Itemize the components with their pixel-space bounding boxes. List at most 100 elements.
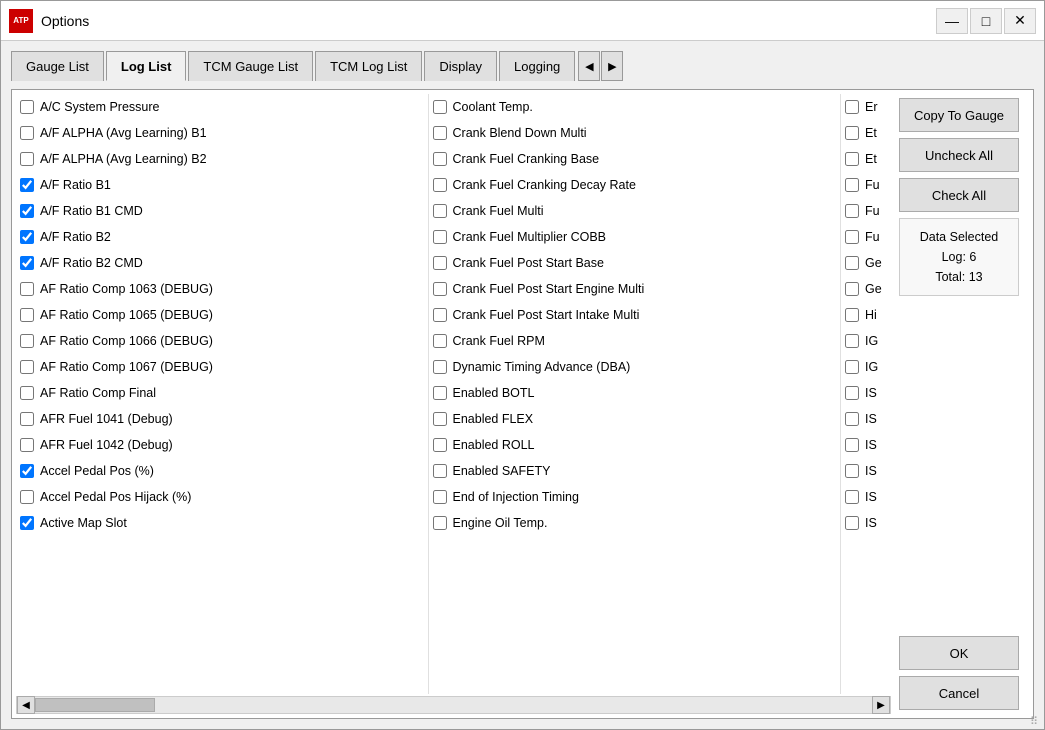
list-item[interactable]: AF Ratio Comp 1065 (DEBUG) — [16, 302, 428, 328]
list-item-label: AF Ratio Comp 1065 (DEBUG) — [40, 308, 213, 322]
list-item-label: Ge — [865, 256, 882, 270]
list-item-label: Engine Oil Temp. — [453, 516, 548, 530]
list-item[interactable]: Enabled FLEX — [429, 406, 841, 432]
list-item[interactable]: Fu — [841, 198, 891, 224]
list-item[interactable]: Dynamic Timing Advance (DBA) — [429, 354, 841, 380]
list-item[interactable]: A/F Ratio B1 — [16, 172, 428, 198]
list-item-label: Et — [865, 126, 877, 140]
list-item[interactable]: Engine Oil Temp. — [429, 510, 841, 536]
tab-log-list[interactable]: Log List — [106, 51, 187, 81]
list-item[interactable]: Enabled ROLL — [429, 432, 841, 458]
list-item[interactable]: Crank Fuel Multiplier COBB — [429, 224, 841, 250]
tab-tcm-gauge-list[interactable]: TCM Gauge List — [188, 51, 313, 81]
list-item[interactable]: Fu — [841, 172, 891, 198]
list-item[interactable]: Crank Fuel Multi — [429, 198, 841, 224]
list-item[interactable]: Crank Fuel Cranking Base — [429, 146, 841, 172]
list-item[interactable]: Fu — [841, 224, 891, 250]
list-item[interactable]: IS — [841, 432, 891, 458]
list-item[interactable]: IS — [841, 406, 891, 432]
list-item[interactable]: Ge — [841, 250, 891, 276]
uncheck-all-button[interactable]: Uncheck All — [899, 138, 1019, 172]
list-item[interactable]: IS — [841, 510, 891, 536]
list-item[interactable]: A/F ALPHA (Avg Learning) B1 — [16, 120, 428, 146]
list-item[interactable]: Crank Fuel Post Start Engine Multi — [429, 276, 841, 302]
close-button[interactable]: ✕ — [1004, 8, 1036, 34]
list-item[interactable]: Crank Fuel Post Start Base — [429, 250, 841, 276]
list-item[interactable]: A/F Ratio B2 CMD — [16, 250, 428, 276]
list-item[interactable]: Crank Fuel Cranking Decay Rate — [429, 172, 841, 198]
list-item[interactable]: A/C System Pressure — [16, 94, 428, 120]
list-item[interactable]: Enabled BOTL — [429, 380, 841, 406]
list-item-label: Crank Fuel Post Start Base — [453, 256, 604, 270]
list-item[interactable]: Et — [841, 120, 891, 146]
tab-nav-left[interactable]: ◀ — [578, 51, 600, 81]
scroll-left-button[interactable]: ◀ — [17, 696, 35, 714]
ok-button[interactable]: OK — [899, 636, 1019, 670]
horizontal-scrollbar: ◀ ▶ — [16, 696, 891, 714]
list-item[interactable]: Et — [841, 146, 891, 172]
list-item-label: A/F ALPHA (Avg Learning) B1 — [40, 126, 207, 140]
options-window: ATP Options — □ ✕ Gauge List Log List TC… — [0, 0, 1045, 730]
list-item[interactable]: Accel Pedal Pos Hijack (%) — [16, 484, 428, 510]
list-col-2: Coolant Temp.Crank Blend Down Multi Crank… — [429, 94, 842, 694]
list-item-label: A/F Ratio B2 — [40, 230, 111, 244]
total-count: Total: 13 — [908, 267, 1010, 287]
minimize-button[interactable]: — — [936, 8, 968, 34]
list-item[interactable]: AF Ratio Comp 1066 (DEBUG) — [16, 328, 428, 354]
list-item[interactable]: A/F Ratio B1 CMD — [16, 198, 428, 224]
list-item-label: Crank Fuel Post Start Engine Multi — [453, 282, 645, 296]
copy-to-gauge-button[interactable]: Copy To Gauge — [899, 98, 1019, 132]
list-item[interactable]: Coolant Temp. — [429, 94, 841, 120]
list-item-label: AF Ratio Comp 1066 (DEBUG) — [40, 334, 213, 348]
scroll-right-button[interactable]: ▶ — [872, 696, 890, 714]
list-item[interactable]: A/F ALPHA (Avg Learning) B2 — [16, 146, 428, 172]
list-item[interactable]: IS — [841, 380, 891, 406]
resize-handle[interactable]: ⠿ — [1030, 715, 1042, 727]
list-item-label: Crank Fuel Multi — [453, 204, 544, 218]
list-item[interactable]: Hi — [841, 302, 891, 328]
list-item[interactable]: Crank Blend Down Multi — [429, 120, 841, 146]
list-item[interactable]: AF Ratio Comp Final — [16, 380, 428, 406]
list-item-label: Fu — [865, 178, 880, 192]
list-item[interactable]: IS — [841, 458, 891, 484]
list-item-label: AF Ratio Comp 1067 (DEBUG) — [40, 360, 213, 374]
list-item[interactable]: AF Ratio Comp 1067 (DEBUG) — [16, 354, 428, 380]
list-item-label: Crank Fuel Cranking Base — [453, 152, 600, 166]
list-item[interactable]: Crank Fuel RPM — [429, 328, 841, 354]
scroll-thumb[interactable] — [35, 698, 155, 712]
data-selected-box: Data Selected Log: 6 Total: 13 — [899, 218, 1019, 296]
list-item-label: A/F Ratio B1 — [40, 178, 111, 192]
log-count: Log: 6 — [908, 247, 1010, 267]
list-item[interactable]: Er — [841, 94, 891, 120]
tab-nav-right[interactable]: ▶ — [601, 51, 623, 81]
tab-logging[interactable]: Logging — [499, 51, 575, 81]
check-all-button[interactable]: Check All — [899, 178, 1019, 212]
list-item-label: Er — [865, 100, 878, 114]
list-item[interactable]: IS — [841, 484, 891, 510]
list-item[interactable]: Enabled SAFETY — [429, 458, 841, 484]
list-item[interactable]: IG — [841, 328, 891, 354]
list-item-label: AFR Fuel 1041 (Debug) — [40, 412, 173, 426]
list-item-label: Crank Fuel RPM — [453, 334, 545, 348]
list-item-label: Fu — [865, 230, 880, 244]
list-item[interactable]: A/F Ratio B2 — [16, 224, 428, 250]
list-item-label: A/F ALPHA (Avg Learning) B2 — [40, 152, 207, 166]
list-item[interactable]: Crank Fuel Post Start Intake Multi — [429, 302, 841, 328]
list-item[interactable]: Active Map Slot — [16, 510, 428, 536]
list-item[interactable]: End of Injection Timing — [429, 484, 841, 510]
list-item[interactable]: Accel Pedal Pos (%) — [16, 458, 428, 484]
scroll-track[interactable] — [35, 697, 872, 713]
list-item[interactable]: AFR Fuel 1041 (Debug) — [16, 406, 428, 432]
tab-gauge-list[interactable]: Gauge List — [11, 51, 104, 81]
tab-tcm-log-list[interactable]: TCM Log List — [315, 51, 422, 81]
list-item[interactable]: AF Ratio Comp 1063 (DEBUG) — [16, 276, 428, 302]
list-item[interactable]: Ge — [841, 276, 891, 302]
list-item[interactable]: IG — [841, 354, 891, 380]
list-col-1: A/C System Pressure A/F ALPHA (Avg Learni… — [16, 94, 429, 694]
tab-display[interactable]: Display — [424, 51, 497, 81]
sidebar: Copy To Gauge Uncheck All Check All Data… — [899, 94, 1029, 714]
maximize-button[interactable]: □ — [970, 8, 1002, 34]
list-item[interactable]: AFR Fuel 1042 (Debug) — [16, 432, 428, 458]
cancel-button[interactable]: Cancel — [899, 676, 1019, 710]
list-item-label: Ge — [865, 282, 882, 296]
